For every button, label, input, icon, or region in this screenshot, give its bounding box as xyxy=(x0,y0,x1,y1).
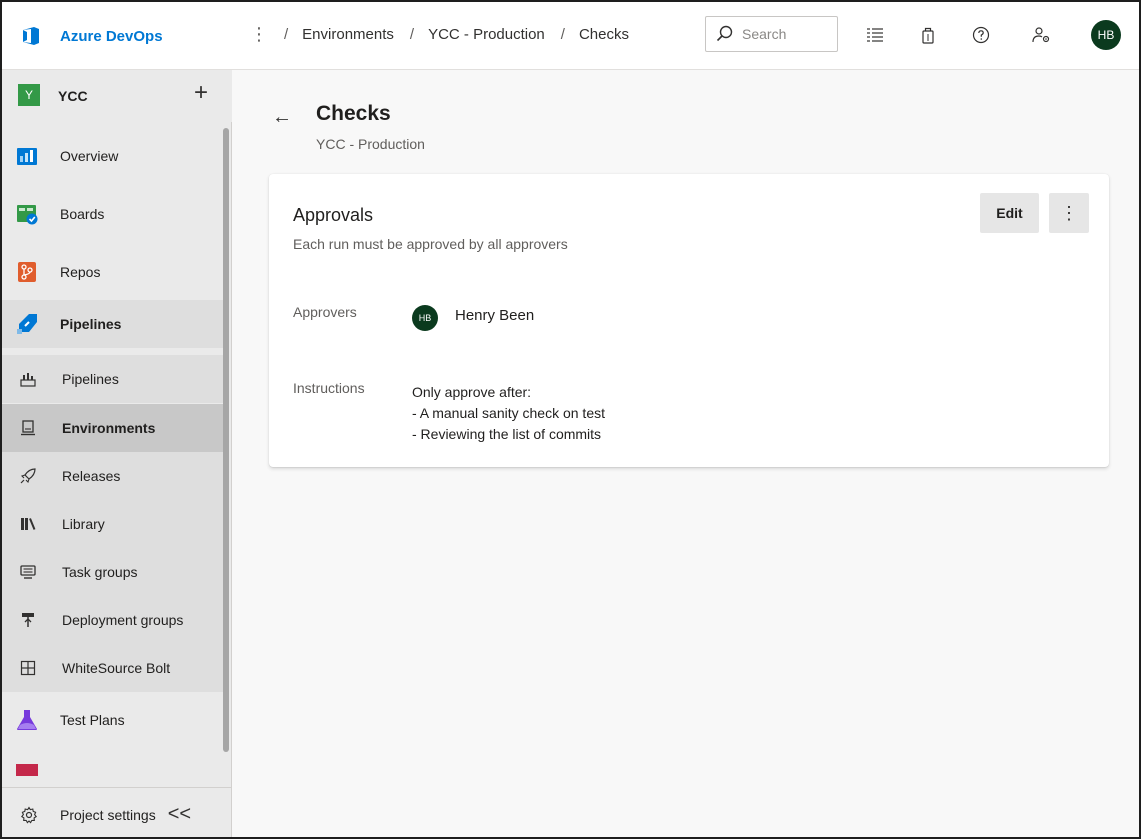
sidebar: Y YCC + Overview Boards Repos Pipelines … xyxy=(2,70,232,837)
app-name: Azure DevOps xyxy=(60,27,163,45)
window-frame: Azure DevOps ⋮ / Environments / YCC - Pr… xyxy=(0,0,1141,839)
deployment-groups-icon xyxy=(22,613,34,627)
sidebar-item-label: Releases xyxy=(62,468,121,484)
task-groups-icon xyxy=(20,565,36,579)
marketplace-bag-icon[interactable] xyxy=(917,24,939,46)
project-header[interactable]: Y YCC + xyxy=(2,70,232,122)
project-settings-label: Project settings xyxy=(60,806,156,823)
artifacts-icon[interactable] xyxy=(16,764,38,776)
pipelines-sub-icon xyxy=(20,373,36,387)
edit-button[interactable]: Edit xyxy=(980,193,1039,233)
approvers-label: Approvers xyxy=(293,304,357,320)
user-avatar[interactable]: HB xyxy=(1091,20,1121,50)
sidebar-item-label: Environments xyxy=(62,420,156,436)
breadcrumb-separator: / xyxy=(284,26,289,43)
sidebar-item-label: Overview xyxy=(60,148,119,164)
approver-avatar: HB xyxy=(412,305,438,331)
gear-icon xyxy=(20,805,38,824)
project-avatar: Y xyxy=(18,84,40,106)
approver-name: Henry Been xyxy=(455,307,535,324)
help-icon[interactable] xyxy=(970,24,992,46)
sidebar-item-label: Test Plans xyxy=(60,712,125,728)
library-icon xyxy=(21,518,36,530)
add-icon[interactable]: + xyxy=(194,79,208,107)
back-arrow-icon[interactable]: ← xyxy=(272,106,292,129)
search-icon xyxy=(716,25,733,42)
brand[interactable]: Azure DevOps xyxy=(20,25,163,47)
top-bar: Azure DevOps ⋮ / Environments / YCC - Pr… xyxy=(2,2,1139,70)
sidebar-item-label: Boards xyxy=(60,206,105,222)
pipelines-icon xyxy=(17,314,37,334)
sidebar-item-label: Pipelines xyxy=(62,371,119,387)
overview-icon xyxy=(17,148,37,165)
instructions-label: Instructions xyxy=(293,380,365,396)
sidebar-item-label: Repos xyxy=(60,264,101,280)
breadcrumb-checks[interactable]: Checks xyxy=(579,26,629,43)
azure-devops-logo-icon xyxy=(23,27,39,45)
collapse-sidebar-icon[interactable]: << xyxy=(168,803,191,826)
sidebar-item-repos[interactable]: Repos xyxy=(2,248,224,296)
sidebar-item-environments[interactable]: Environments xyxy=(2,404,224,452)
search-input[interactable] xyxy=(742,26,832,42)
sidebar-item-library[interactable]: Library xyxy=(2,500,224,548)
more-vertical-icon[interactable]: ⋮ xyxy=(250,23,268,45)
page-title: Checks xyxy=(316,102,391,125)
project-settings[interactable]: Project settings << xyxy=(2,787,231,837)
breadcrumb-separator: / xyxy=(409,26,415,43)
sidebar-item-label: Library xyxy=(62,516,105,532)
card-title: Approvals xyxy=(293,205,374,225)
environments-icon xyxy=(21,420,35,436)
sidebar-item-releases[interactable]: Releases xyxy=(2,452,224,500)
instructions-line: Only approve after: xyxy=(412,384,532,400)
test-plans-icon xyxy=(17,710,37,730)
sidebar-item-pipelines-sub[interactable]: Pipelines xyxy=(2,355,224,403)
card-description: Each run must be approved by all approve… xyxy=(293,236,568,252)
project-name: YCC xyxy=(58,88,88,104)
sidebar-item-whitesource-bolt[interactable]: WhiteSource Bolt xyxy=(2,644,224,692)
instructions-line: - A manual sanity check on test xyxy=(412,405,605,421)
releases-icon xyxy=(20,468,36,484)
approvals-card: Approvals Each run must be approved by a… xyxy=(269,174,1109,467)
main-content: ← Checks YCC - Production Approvals Each… xyxy=(232,70,1139,837)
sidebar-item-label: Pipelines xyxy=(60,316,122,332)
work-items-list-icon[interactable] xyxy=(864,24,886,46)
sidebar-item-test-plans[interactable]: Test Plans xyxy=(2,696,224,744)
breadcrumb-environments[interactable]: Environments xyxy=(302,26,394,43)
instructions-text: Only approve after: - A manual sanity ch… xyxy=(412,382,605,445)
more-options-button[interactable]: ⋮ xyxy=(1049,193,1089,233)
breadcrumb-environment[interactable]: YCC - Production xyxy=(428,26,545,43)
breadcrumb-separator: / xyxy=(560,26,565,43)
sidebar-item-deployment-groups[interactable]: Deployment groups xyxy=(2,596,224,644)
sidebar-item-overview[interactable]: Overview xyxy=(2,132,224,180)
user-settings-icon[interactable] xyxy=(1030,24,1052,46)
sidebar-item-pipelines[interactable]: Pipelines xyxy=(2,300,224,348)
sidebar-item-task-groups[interactable]: Task groups xyxy=(2,548,224,596)
repos-icon xyxy=(18,262,36,282)
sidebar-item-boards[interactable]: Boards xyxy=(2,190,224,238)
sidebar-item-label: WhiteSource Bolt xyxy=(62,660,171,676)
instructions-line: - Reviewing the list of commits xyxy=(412,426,602,442)
boards-icon xyxy=(17,205,38,225)
sidebar-item-label: Deployment groups xyxy=(62,612,184,628)
page-subtitle: YCC - Production xyxy=(316,136,425,152)
sidebar-item-label: Task groups xyxy=(62,564,138,580)
search-box[interactable] xyxy=(705,16,838,52)
sidebar-scrollbar[interactable] xyxy=(223,128,229,752)
whitesource-icon xyxy=(20,660,36,676)
breadcrumb: / Environments / YCC - Production / Chec… xyxy=(284,26,645,43)
